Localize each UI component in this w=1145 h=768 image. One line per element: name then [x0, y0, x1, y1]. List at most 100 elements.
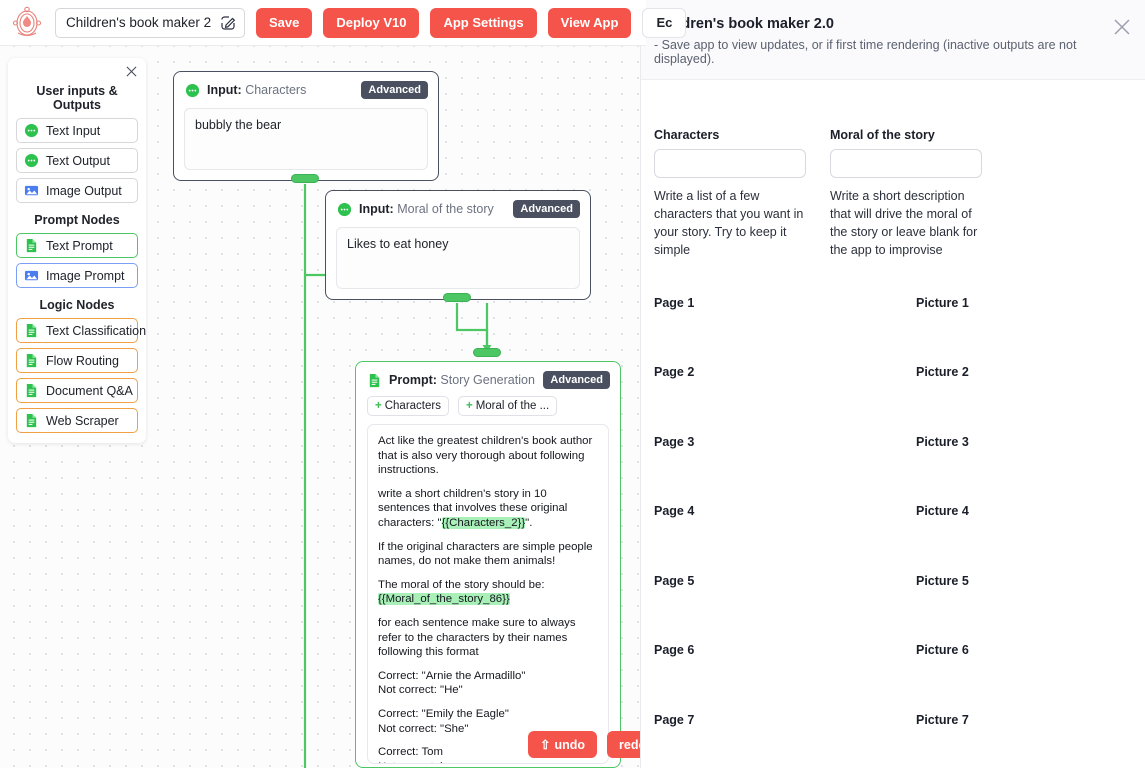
app-name-input[interactable]: Children's book maker 2 [55, 7, 245, 38]
chat-bubble-icon [24, 153, 39, 168]
flow-canvas[interactable]: Input: Characters Advanced bubbly the be… [0, 0, 640, 768]
prompt-paragraph: If the original characters are simple pe… [378, 540, 593, 568]
node-input-moral[interactable]: Input: Moral of the story Advanced Likes… [325, 190, 591, 300]
advanced-badge[interactable]: Advanced [513, 200, 580, 218]
advanced-badge[interactable]: Advanced [543, 371, 610, 389]
chat-bubble-icon [185, 83, 200, 98]
picture-label: Picture 4 [916, 504, 969, 518]
preview-header: Children's book maker 2.0 - Save app to … [641, 0, 1145, 80]
document-icon [24, 353, 39, 368]
palette-item-web-scraper[interactable]: Web Scraper [16, 408, 138, 433]
save-button[interactable]: Save [256, 7, 313, 38]
node-title: Input: Moral of the story [359, 202, 494, 216]
palette-item-label: Image Prompt [46, 268, 125, 283]
undo-button[interactable]: ⇧ undo [528, 731, 598, 758]
prompt-text: The moral of the story should be: [378, 578, 545, 591]
palette-item-label: Text Classification [46, 323, 147, 338]
output-row: Page 7 Picture 7 [654, 713, 1145, 768]
prompt-text-body[interactable]: Act like the greatest children's book au… [367, 424, 609, 764]
moral-value-field[interactable]: Likes to eat honey [336, 227, 580, 289]
palette-item-text-prompt[interactable]: Text Prompt [16, 233, 138, 258]
palette-item-image-output[interactable]: Image Output [16, 178, 138, 203]
image-icon [24, 268, 39, 283]
palette-close-row [16, 64, 138, 82]
prompt-variable-chips: + Characters + Moral of the ... [356, 389, 620, 416]
prompt-paragraph: The moral of the story should be: {{Mora… [378, 578, 598, 607]
palette-item-document-qa[interactable]: Document Q&A [16, 378, 138, 403]
palette-section-heading: Logic Nodes [39, 298, 115, 312]
pencil-square-icon[interactable] [220, 15, 236, 31]
picture-label: Picture 6 [916, 643, 969, 657]
plus-icon: + [465, 400, 473, 412]
output-row: Page 1 Picture 1 [654, 296, 1145, 366]
advanced-badge[interactable]: Advanced [361, 81, 428, 99]
close-icon[interactable] [1113, 18, 1131, 36]
form-field-moral: Moral of the story Write a short descrip… [830, 128, 982, 260]
node-title: Prompt: Story Generation [389, 373, 535, 387]
characters-value-field[interactable]: bubbly the bear [184, 108, 428, 170]
palette-item-text-classification[interactable]: Text Classification [16, 318, 146, 343]
picture-label: Picture 5 [916, 573, 969, 588]
prompt-paragraph: Correct: "Arnie the Armadillo" Not corre… [378, 669, 526, 697]
prompt-paragraph: Act like the greatest children's book au… [378, 435, 593, 477]
node-name: Moral of the story [397, 202, 494, 216]
moral-input[interactable] [830, 149, 982, 178]
field-help-text: Write a list of a few characters that yo… [654, 189, 804, 258]
top-toolbar: Children's book maker 2 Save Deploy V10 … [0, 0, 687, 46]
node-prompt-story-generation[interactable]: Prompt: Story Generation Advanced + Chara… [355, 361, 621, 768]
close-icon[interactable] [126, 64, 137, 82]
palette-item-flow-routing[interactable]: Flow Routing [16, 348, 138, 373]
image-icon [24, 183, 39, 198]
node-kind: Prompt: [389, 373, 437, 387]
node-handle-moral-out[interactable] [443, 293, 471, 302]
palette-item-text-output[interactable]: Text Output [16, 148, 138, 173]
form-field-characters: Characters Write a list of a few charact… [654, 128, 806, 260]
document-icon [24, 238, 39, 253]
output-row: Page 5 Picture 5 [654, 574, 1145, 644]
node-header: Input: Moral of the story Advanced [326, 191, 590, 218]
outputs-list: Page 1 Picture 1 Page 2 Picture 2 Page 3 Pi… [641, 260, 1145, 768]
plus-icon: + [375, 400, 382, 412]
page-label: Page 6 [654, 643, 695, 657]
node-handle-story-in[interactable] [473, 348, 501, 357]
page-label: Page 4 [654, 504, 695, 518]
palette-item-label: Text Prompt [46, 238, 113, 253]
preview-form: Characters Write a list of a few charact… [641, 80, 1145, 260]
history-controls: ⇧ undo redo [528, 731, 640, 758]
field-help-text: Write a short description that will driv… [830, 189, 978, 258]
node-header: Input: Characters Advanced [174, 72, 438, 99]
flame-crest-logo [10, 4, 44, 42]
node-palette: User inputs & Outputs Text Input Text Ou… [8, 58, 146, 443]
deploy-button[interactable]: Deploy V10 [323, 7, 420, 38]
prompt-paragraph: for each sentence make sure to always re… [378, 616, 576, 659]
field-label: Moral of the story [830, 128, 935, 142]
document-icon [24, 413, 39, 428]
page-label: Page 1 [654, 295, 695, 310]
output-row: Page 6 Picture 6 [654, 643, 1145, 713]
palette-item-text-input[interactable]: Text Input [16, 118, 138, 143]
page-label: Page 3 [654, 434, 695, 449]
document-icon [24, 323, 39, 338]
node-input-characters[interactable]: Input: Characters Advanced bubbly the be… [173, 71, 439, 181]
output-row: Page 3 Picture 3 [654, 435, 1145, 505]
node-kind: Input: [359, 202, 394, 216]
chip-label: Characters [384, 400, 441, 412]
redo-button[interactable]: redo [607, 731, 640, 758]
app-settings-button[interactable]: App Settings [430, 7, 537, 38]
editor-button[interactable]: Ec [642, 7, 687, 38]
variable-chip-moral[interactable]: + Moral of the ... [457, 396, 558, 416]
output-row: Page 4 Picture 4 [654, 504, 1145, 574]
page-label: Page 2 [654, 365, 695, 379]
picture-label: Picture 1 [916, 295, 969, 310]
node-handle-characters-out[interactable] [291, 174, 319, 183]
arrow-up-icon: ⇧ [540, 738, 551, 752]
variable-chip-characters[interactable]: + Characters [367, 396, 449, 416]
prompt-variable-token: {{Moral_of_the_story_86}} [378, 593, 510, 606]
undo-label: undo [554, 737, 586, 752]
view-app-button[interactable]: View App [547, 7, 632, 38]
chip-label: Moral of the ... [475, 400, 550, 412]
node-name: Characters [245, 83, 307, 97]
palette-item-image-prompt[interactable]: Image Prompt [16, 263, 138, 288]
output-row: Page 2 Picture 2 [654, 365, 1145, 435]
characters-input[interactable] [654, 149, 806, 178]
